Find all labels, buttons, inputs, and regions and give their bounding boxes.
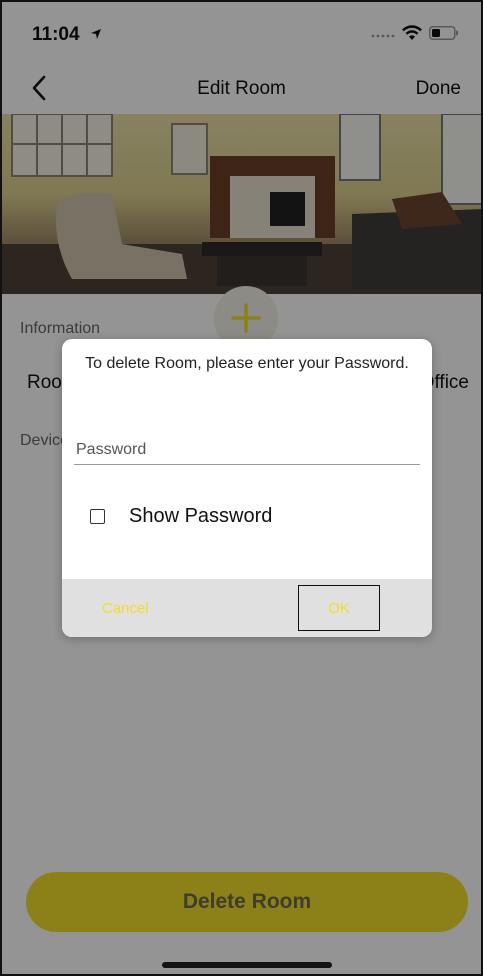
ok-button[interactable]: OK xyxy=(298,585,380,631)
dialog-button-bar: Cancel OK xyxy=(62,579,432,637)
dialog-message: To delete Room, please enter your Passwo… xyxy=(85,355,409,372)
delete-room-dialog: To delete Room, please enter your Passwo… xyxy=(62,339,432,637)
show-password-row[interactable]: Show Password xyxy=(90,504,272,528)
show-password-checkbox[interactable] xyxy=(90,508,105,524)
screen: 11:04 Edit Room Done Information Room Of… xyxy=(0,0,483,976)
cancel-button[interactable]: Cancel xyxy=(102,595,212,621)
password-input[interactable] xyxy=(74,435,420,465)
show-password-label[interactable]: Show Password xyxy=(129,505,272,528)
